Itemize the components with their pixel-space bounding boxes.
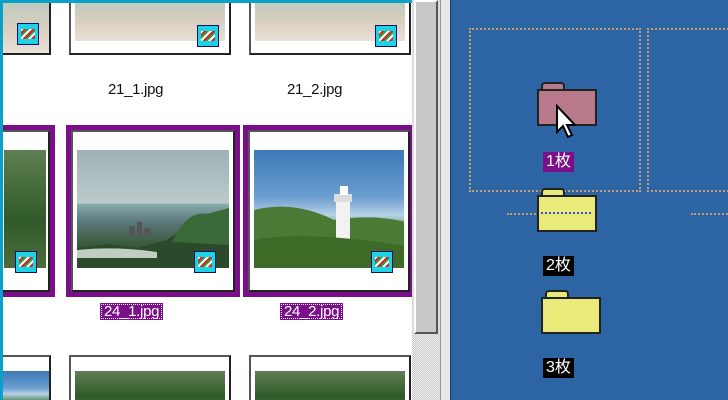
drop-indicator bbox=[541, 212, 591, 214]
app-window: 21_1.jpg 21_2.jpg 24_1.jpg 24_2.jpg 1枚 2… bbox=[0, 0, 728, 400]
thumbnail-25[interactable] bbox=[3, 355, 51, 400]
folder-label[interactable]: 3枚 bbox=[543, 358, 574, 378]
filename-label[interactable]: 21_1.jpg bbox=[108, 81, 163, 98]
image-badge-icon bbox=[375, 25, 397, 47]
image-badge-icon bbox=[371, 251, 393, 273]
thumbnail-browser[interactable]: 21_1.jpg 21_2.jpg 24_1.jpg 24_2.jpg bbox=[0, 0, 412, 400]
splitter[interactable] bbox=[440, 0, 450, 400]
image-badge-icon bbox=[15, 251, 37, 273]
mouse-pointer-icon bbox=[556, 104, 578, 139]
thumbnail-21-1[interactable] bbox=[69, 3, 231, 55]
vertical-scrollbar[interactable] bbox=[412, 0, 440, 400]
image-badge-icon bbox=[194, 251, 216, 273]
thumbnail-24-1[interactable] bbox=[66, 125, 240, 297]
scrollbar-thumb[interactable] bbox=[414, 0, 438, 334]
filename-label-selected[interactable]: 24_1.jpg bbox=[100, 303, 164, 320]
thumbnail-21-2[interactable] bbox=[249, 3, 411, 55]
folder-icon[interactable] bbox=[537, 188, 597, 232]
image-badge-icon bbox=[17, 23, 39, 45]
folder-icon[interactable] bbox=[541, 290, 601, 334]
image-badge-icon bbox=[197, 25, 219, 47]
thumbnail-20[interactable] bbox=[3, 3, 51, 55]
thumbnail-25-2[interactable] bbox=[249, 355, 411, 400]
drop-line bbox=[691, 213, 728, 215]
filename-label-selected[interactable]: 24_2.jpg bbox=[280, 303, 344, 320]
folder-label[interactable]: 2枚 bbox=[543, 256, 574, 276]
selection-marquee bbox=[647, 28, 728, 192]
folder-label[interactable]: 1枚 bbox=[543, 152, 574, 172]
thumbnail-25-1[interactable] bbox=[69, 355, 231, 400]
thumbnail-23[interactable] bbox=[3, 125, 55, 297]
folder-panel[interactable]: 1枚 2枚 3枚 bbox=[450, 0, 728, 400]
filename-label[interactable]: 21_2.jpg bbox=[287, 81, 342, 98]
thumbnail-24-2[interactable] bbox=[243, 125, 412, 297]
